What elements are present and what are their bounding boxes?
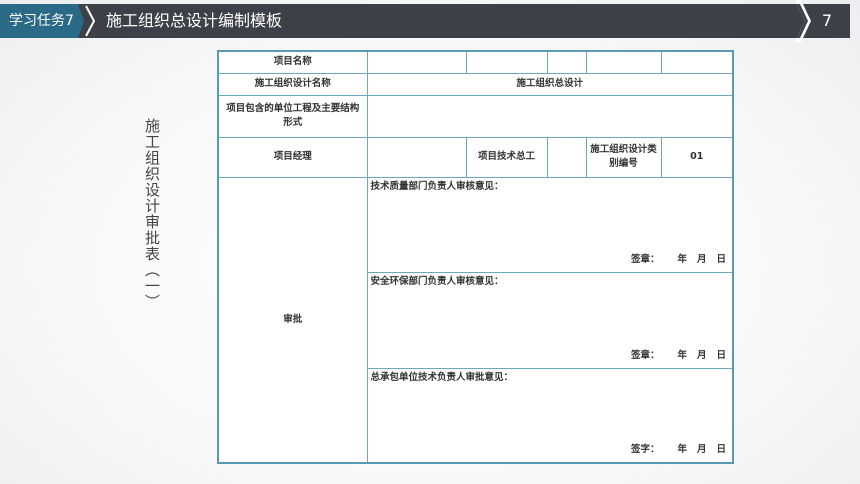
month-label: 月 — [696, 253, 707, 265]
table-row: 项目经理 项目技术总工 施工组织设计类别编号 01 — [217, 136, 734, 178]
approval-form-table: 项目名称 施工组织设计名称 施工组织总设计 项目包含的单位工程及主要结构形式 项… — [217, 50, 734, 464]
day-label: 日 — [716, 349, 726, 361]
project-name-label: 项目名称 — [217, 50, 368, 74]
sign-label: 签章： — [630, 349, 660, 361]
approval-label: 审批 — [217, 176, 368, 464]
manager-value-cell[interactable] — [366, 136, 467, 178]
approval-section-tech-quality[interactable]: 技术质量部门负责人审核意见： 签章： 年月日 — [366, 176, 734, 273]
year-label: 年 — [677, 444, 687, 455]
section-title: 技术质量部门负责人审核意见： — [370, 180, 504, 192]
approval-section-contractor[interactable]: 总承包单位技术负责人审批意见： 签字： 年月日 — [366, 367, 734, 464]
chevron-right-icon — [795, 0, 811, 42]
project-name-cell[interactable] — [366, 50, 467, 74]
design-name-label: 施工组织设计名称 — [217, 72, 368, 96]
year-label: 年 — [677, 253, 687, 265]
signature-line: 签章： 年月日 — [631, 349, 726, 363]
sign-label: 签章： — [630, 253, 660, 265]
project-name-cell[interactable] — [585, 50, 662, 74]
manager-label: 项目经理 — [217, 136, 368, 178]
units-label: 项目包含的单位工程及主要结构形式 — [217, 94, 368, 138]
project-name-cell[interactable] — [465, 50, 548, 74]
task-label: 学习任务7 — [0, 4, 84, 38]
units-value-cell[interactable] — [366, 94, 734, 138]
year-label: 年 — [677, 349, 687, 361]
sign-label: 签字： — [630, 444, 660, 455]
table-row: 施工组织设计名称 施工组织总设计 — [217, 72, 734, 96]
design-name-value: 施工组织总设计 — [366, 72, 734, 96]
page-number: 7 — [821, 11, 833, 30]
table-row: 项目包含的单位工程及主要结构形式 — [217, 94, 734, 138]
signature-line: 签字： 年月日 — [631, 443, 726, 457]
side-title: 施工组织设计审批表（一） — [143, 118, 161, 310]
month-label: 月 — [696, 444, 707, 455]
section-title: 安全环保部门负责人审核意见： — [370, 275, 504, 287]
month-label: 月 — [696, 349, 707, 361]
section-title: 总承包单位技术负责人审批意见： — [370, 371, 514, 383]
page-title: 施工组织总设计编制模板 — [106, 11, 283, 30]
signature-line: 签章： 年月日 — [631, 253, 726, 267]
table-row: 项目名称 — [217, 50, 734, 74]
day-label: 日 — [716, 444, 726, 455]
tech-chief-label: 项目技术总工 — [465, 136, 548, 178]
project-name-cell[interactable] — [546, 50, 587, 74]
chevron-right-icon — [85, 5, 96, 37]
table-row: 审批 技术质量部门负责人审核意见： 签章：年月日 — [217, 176, 734, 464]
category-no-value: 01 — [660, 136, 734, 178]
day-label: 日 — [716, 253, 726, 265]
tech-chief-value-cell[interactable] — [546, 136, 587, 178]
category-no-label: 施工组织设计类别编号 — [585, 136, 662, 178]
project-name-cell[interactable] — [660, 50, 734, 74]
header-bar: 学习任务7 施工组织总设计编制模板 7 — [0, 0, 860, 42]
approval-section-safety[interactable]: 安全环保部门负责人审核意见： 签章： 年月日 — [366, 271, 734, 369]
